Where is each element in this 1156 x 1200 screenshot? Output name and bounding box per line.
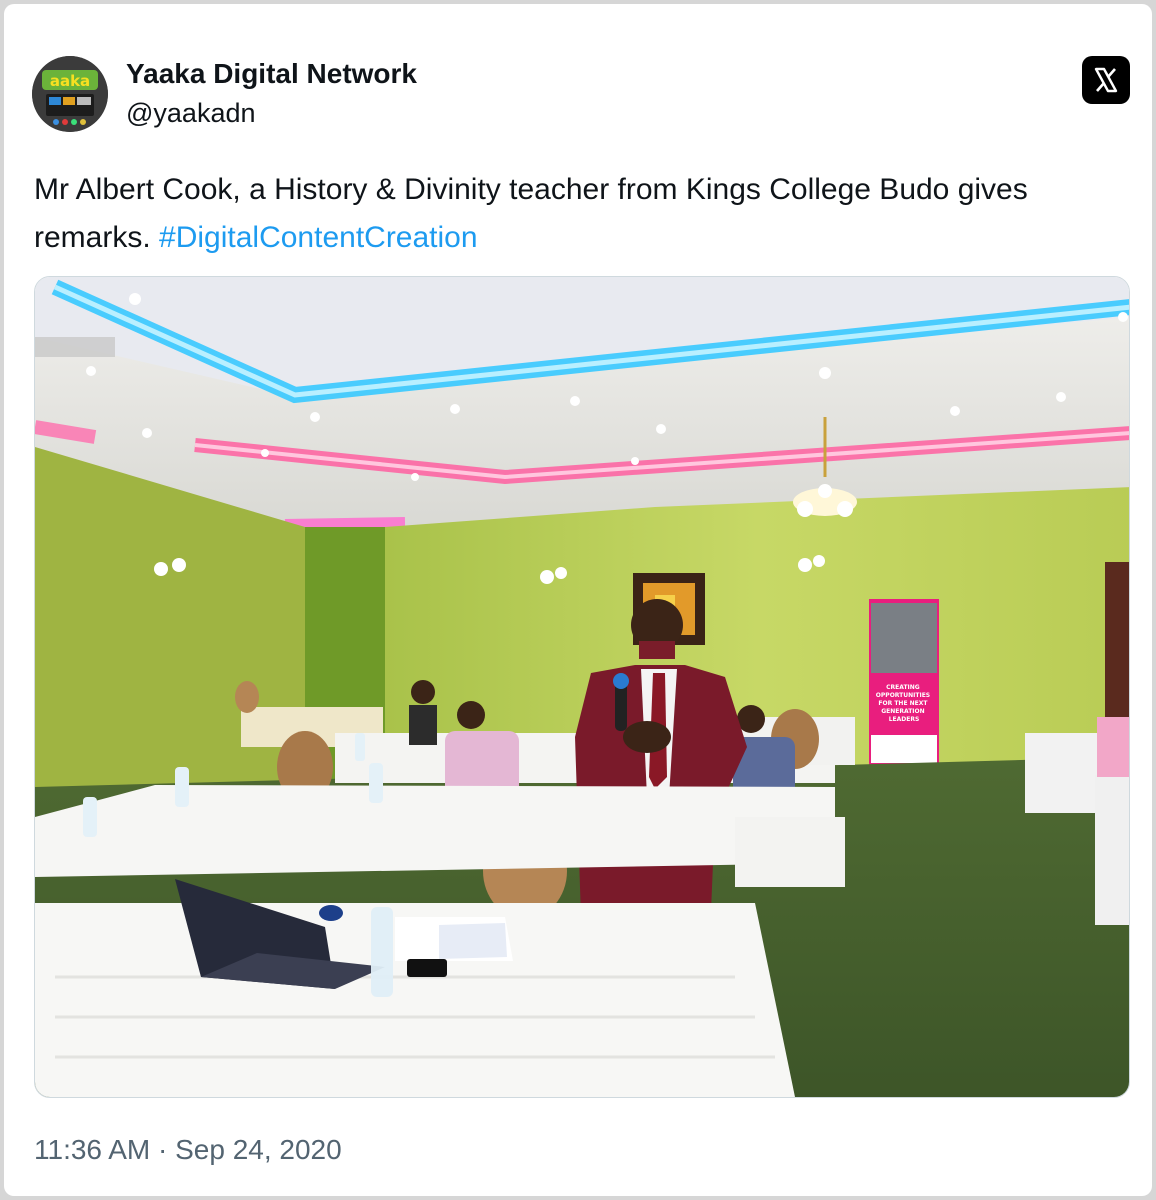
- x-logo-icon[interactable]: [1082, 56, 1130, 104]
- author-avatar[interactable]: aaka: [32, 56, 108, 132]
- yaaka-logo: aaka: [32, 56, 108, 132]
- tweet-card: aaka Yaaka Digital Network @yaakadn Mr A…: [4, 4, 1152, 1196]
- tweet-timestamp[interactable]: 11:36 AM · Sep 24, 2020: [34, 1134, 342, 1166]
- svg-text:aaka: aaka: [50, 72, 90, 90]
- tweet-text: Mr Albert Cook, a History & Divinity tea…: [34, 166, 1114, 262]
- author-handle[interactable]: @yaakadn: [126, 98, 256, 129]
- conference-room-photo: CREATING OPPORTUNITIES FOR THE NEXT GENE…: [35, 277, 1129, 1097]
- hashtag-link[interactable]: #DigitalContentCreation: [159, 221, 478, 254]
- author-display-name[interactable]: Yaaka Digital Network: [126, 58, 417, 90]
- tweet-photo[interactable]: CREATING OPPORTUNITIES FOR THE NEXT GENE…: [34, 276, 1130, 1098]
